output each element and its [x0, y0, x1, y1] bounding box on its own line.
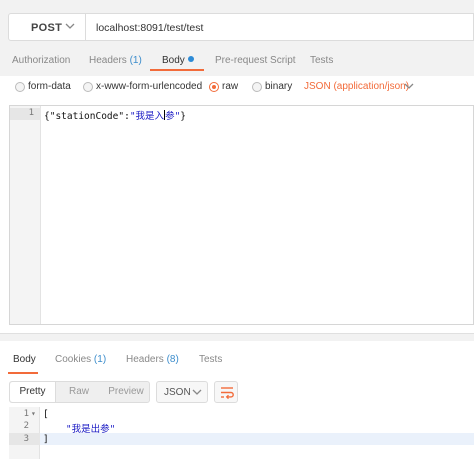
response-view-toggle: Pretty Raw Preview [9, 381, 150, 403]
code-line: ] [43, 434, 49, 445]
chevron-down-icon[interactable] [403, 80, 415, 92]
wrap-lines-icon [221, 387, 234, 400]
tab-authorization[interactable]: Authorization [12, 55, 70, 66]
line-number: 1 [28, 108, 34, 118]
response-tab-body[interactable]: Body [13, 354, 36, 365]
modified-dot-icon [187, 56, 194, 62]
method-select[interactable]: POST [8, 13, 86, 41]
tab-tests[interactable]: Tests [310, 55, 333, 66]
response-tab-cookies[interactable]: Cookies (1) [55, 354, 106, 365]
tab-count: (1) [93, 354, 107, 365]
response-body-viewer[interactable]: 1 ▾ 2 3 [ "我是出参" ] [9, 407, 474, 459]
view-pretty-button[interactable]: Pretty [10, 382, 56, 402]
tab-label: Cookies [55, 354, 92, 365]
url-text: localhost:8091/test/test [96, 22, 204, 34]
tab-label: Tests [310, 55, 334, 66]
request-tabs: Authorization Headers (1) Body Pre-reque… [0, 48, 474, 76]
request-bar: POST localhost:8091/test/test [0, 0, 474, 48]
content-type-select[interactable]: JSON (application/json) [304, 81, 409, 92]
radio-binary[interactable] [252, 82, 262, 92]
tab-count: (1) [129, 55, 142, 66]
tab-body[interactable]: Body [162, 55, 194, 66]
tab-count: (8) [166, 354, 179, 365]
tab-label: Authorization [12, 55, 71, 66]
active-tab-indicator [150, 69, 204, 71]
radio-form-data[interactable] [15, 82, 25, 92]
line-number: 1 [23, 409, 29, 419]
tab-label: Pre-request Script [215, 55, 296, 66]
tab-label: Body [162, 55, 185, 66]
tab-label: Headers [126, 354, 164, 365]
fold-arrow-icon[interactable]: ▾ [31, 409, 39, 418]
chevron-down-icon [65, 23, 75, 29]
tab-pre-request-script[interactable]: Pre-request Script [215, 55, 296, 66]
radio-x-www-form-urlencoded[interactable] [83, 82, 93, 92]
tab-label: Body [13, 354, 36, 365]
line-gutter [10, 106, 41, 324]
tab-label: Headers [89, 55, 127, 66]
request-body-editor[interactable]: 1 {"stationCode":"我是入参"} [9, 105, 474, 325]
radio-label: raw [222, 81, 239, 92]
view-preview-button[interactable]: Preview [102, 382, 150, 402]
radio-label: form-data [28, 81, 71, 92]
tab-headers[interactable]: Headers (1) [89, 55, 142, 66]
section-divider [0, 333, 474, 341]
response-tab-tests[interactable]: Tests [199, 354, 222, 365]
radio-label: binary [265, 81, 293, 92]
active-tab-indicator [8, 372, 38, 374]
response-tab-headers[interactable]: Headers (8) [126, 354, 179, 365]
radio-label: x-www-form-urlencoded [96, 81, 203, 92]
url-input[interactable]: localhost:8091/test/test [86, 13, 474, 41]
format-label: JSON [164, 387, 191, 398]
line-number: 3 [23, 434, 29, 444]
line-number: 2 [23, 421, 29, 431]
chevron-down-icon [192, 389, 202, 395]
tab-label: Tests [199, 354, 223, 365]
radio-raw[interactable] [209, 82, 219, 92]
view-raw-button[interactable]: Raw [56, 382, 102, 402]
code-line[interactable]: {"stationCode":"我是入参"} [44, 108, 186, 122]
wrap-lines-button[interactable] [214, 381, 238, 403]
code-line: "我是出参" [43, 424, 116, 435]
method-label: POST [31, 22, 63, 34]
response-format-select[interactable]: JSON [156, 381, 208, 403]
code-line: [ [43, 409, 49, 420]
